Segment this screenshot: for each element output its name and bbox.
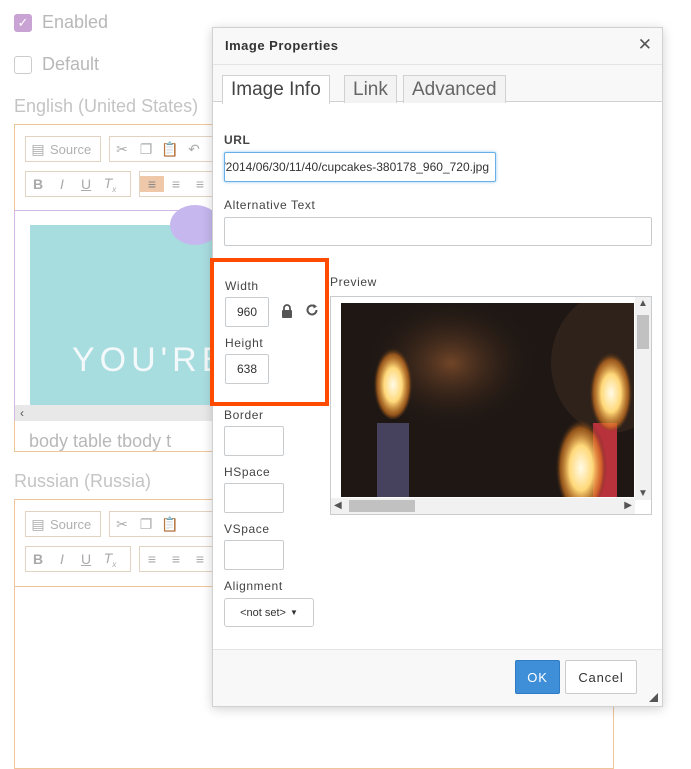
content-image[interactable]: YOU'RE bbox=[30, 205, 224, 405]
remove-format-icon[interactable]: Tx bbox=[98, 175, 122, 194]
italic-icon[interactable]: I bbox=[50, 176, 74, 192]
size-highlight-box bbox=[210, 258, 329, 406]
resize-handle-icon[interactable] bbox=[649, 693, 658, 702]
english-editor: ▤ Source ✂ ❐ 📋 ↶ B I U Tx ≡ ≡ ≡ YOU'RE ‹ bbox=[14, 124, 224, 452]
horizontal-scroll-thumb[interactable] bbox=[349, 500, 415, 512]
vertical-scroll-thumb[interactable] bbox=[637, 315, 649, 349]
border-input[interactable] bbox=[224, 426, 284, 456]
border-label: Border bbox=[224, 408, 264, 422]
hspace-label: HSpace bbox=[224, 465, 271, 479]
ok-button[interactable]: OK bbox=[515, 660, 560, 694]
chevron-down-icon: ▼ bbox=[289, 608, 298, 617]
image-text: YOU'RE bbox=[72, 341, 230, 379]
source-label: Source bbox=[50, 516, 92, 532]
alt-text-input[interactable] bbox=[224, 217, 652, 246]
enabled-checkbox[interactable]: ✓ bbox=[14, 13, 32, 32]
paste-icon[interactable]: 📋 bbox=[158, 141, 182, 158]
preview-horizontal-scrollbar[interactable]: ◀ ▶ bbox=[331, 498, 635, 514]
default-checkbox-row[interactable]: Default bbox=[14, 54, 99, 75]
enabled-checkbox-row[interactable]: ✓ Enabled bbox=[14, 12, 108, 33]
tab-link[interactable]: Link bbox=[344, 75, 397, 103]
scroll-up-icon[interactable]: ▲ bbox=[638, 298, 648, 309]
preview-label: Preview bbox=[330, 275, 377, 289]
dialog-title-bar[interactable]: Image Properties ✕ bbox=[213, 28, 662, 65]
default-label: Default bbox=[42, 54, 100, 74]
cut-icon[interactable]: ✂ bbox=[110, 141, 134, 158]
remove-format-icon[interactable]: Tx bbox=[98, 550, 122, 569]
cancel-button[interactable]: Cancel bbox=[565, 660, 637, 694]
align-right-icon[interactable]: ≡ bbox=[188, 176, 212, 192]
align-toolbar: ≡ ≡ ≡ bbox=[139, 171, 219, 197]
align-center-icon[interactable]: ≡ bbox=[164, 176, 188, 192]
scroll-left-icon[interactable]: ‹ bbox=[20, 406, 24, 420]
russian-editor-label: Russian (Russia) bbox=[14, 471, 152, 491]
underline-icon[interactable]: U bbox=[74, 551, 98, 567]
default-checkbox[interactable] bbox=[14, 55, 32, 74]
copy-icon[interactable]: ❐ bbox=[134, 516, 158, 533]
english-editor-label: English (United States) bbox=[14, 96, 199, 116]
alignment-label: Alignment bbox=[224, 579, 283, 593]
source-button[interactable]: ▤ Source bbox=[25, 136, 101, 162]
align-left-icon[interactable]: ≡ bbox=[140, 551, 164, 567]
align-toolbar-ru: ≡ ≡ ≡ bbox=[139, 546, 219, 572]
close-icon[interactable]: ✕ bbox=[638, 35, 652, 55]
paste-icon[interactable]: 📋 bbox=[158, 516, 182, 533]
preview-image bbox=[341, 303, 634, 497]
tab-image-info[interactable]: Image Info bbox=[222, 75, 330, 104]
url-value: /2014/06/30/11/40/cupcakes-380178_960_72… bbox=[224, 160, 489, 174]
align-center-icon[interactable]: ≡ bbox=[164, 551, 188, 567]
alignment-value: <not set> bbox=[240, 606, 286, 619]
vspace-label: VSpace bbox=[224, 522, 270, 536]
bold-icon[interactable]: B bbox=[26, 176, 50, 192]
alignment-select[interactable]: <not set> ▼ bbox=[224, 598, 314, 627]
source-icon: ▤ bbox=[31, 140, 45, 157]
hspace-input[interactable] bbox=[224, 483, 284, 513]
vspace-input[interactable] bbox=[224, 540, 284, 570]
format-toolbar: B I U Tx bbox=[25, 171, 131, 197]
source-label: Source bbox=[50, 141, 92, 157]
editor-horizontal-scrollbar[interactable]: ‹ bbox=[15, 405, 214, 421]
url-input[interactable]: /2014/06/30/11/40/cupcakes-380178_960_72… bbox=[224, 152, 496, 182]
cut-icon[interactable]: ✂ bbox=[110, 516, 134, 533]
align-left-icon[interactable]: ≡ bbox=[140, 176, 164, 192]
url-label: URL bbox=[224, 133, 251, 147]
tab-advanced[interactable]: Advanced bbox=[403, 75, 506, 103]
image-properties-dialog: Image Properties ✕ Image Info Link Advan… bbox=[210, 27, 663, 707]
element-path-bar[interactable]: body table tbody t bbox=[29, 431, 171, 452]
source-icon: ▤ bbox=[31, 515, 45, 532]
preview-box[interactable]: ▲ ▼ ◀ ▶ bbox=[330, 296, 652, 515]
dialog-footer: OK Cancel bbox=[213, 649, 662, 706]
bold-icon[interactable]: B bbox=[26, 551, 50, 567]
scroll-left-icon[interactable]: ◀ bbox=[334, 500, 342, 511]
italic-icon[interactable]: I bbox=[50, 551, 74, 567]
clipboard-toolbar-ru: ✂ ❐ 📋 bbox=[109, 511, 219, 537]
source-button-ru[interactable]: ▤ Source bbox=[25, 511, 101, 537]
underline-icon[interactable]: U bbox=[74, 176, 98, 192]
align-right-icon[interactable]: ≡ bbox=[188, 551, 212, 567]
alt-text-label: Alternative Text bbox=[224, 198, 316, 212]
dialog-title: Image Properties bbox=[225, 38, 339, 53]
english-content-area[interactable]: YOU'RE ‹ bbox=[14, 205, 224, 421]
copy-icon[interactable]: ❐ bbox=[134, 141, 158, 158]
scroll-down-icon[interactable]: ▼ bbox=[638, 488, 648, 499]
format-toolbar-ru: B I U Tx bbox=[25, 546, 131, 572]
preview-vertical-scrollbar[interactable]: ▲ ▼ bbox=[635, 297, 651, 500]
enabled-label: Enabled bbox=[42, 12, 109, 32]
scroll-right-icon[interactable]: ▶ bbox=[624, 500, 632, 511]
dialog-tab-bar: Image Info Link Advanced bbox=[213, 65, 662, 104]
clipboard-toolbar: ✂ ❐ 📋 ↶ bbox=[109, 136, 219, 162]
undo-icon[interactable]: ↶ bbox=[182, 141, 206, 158]
